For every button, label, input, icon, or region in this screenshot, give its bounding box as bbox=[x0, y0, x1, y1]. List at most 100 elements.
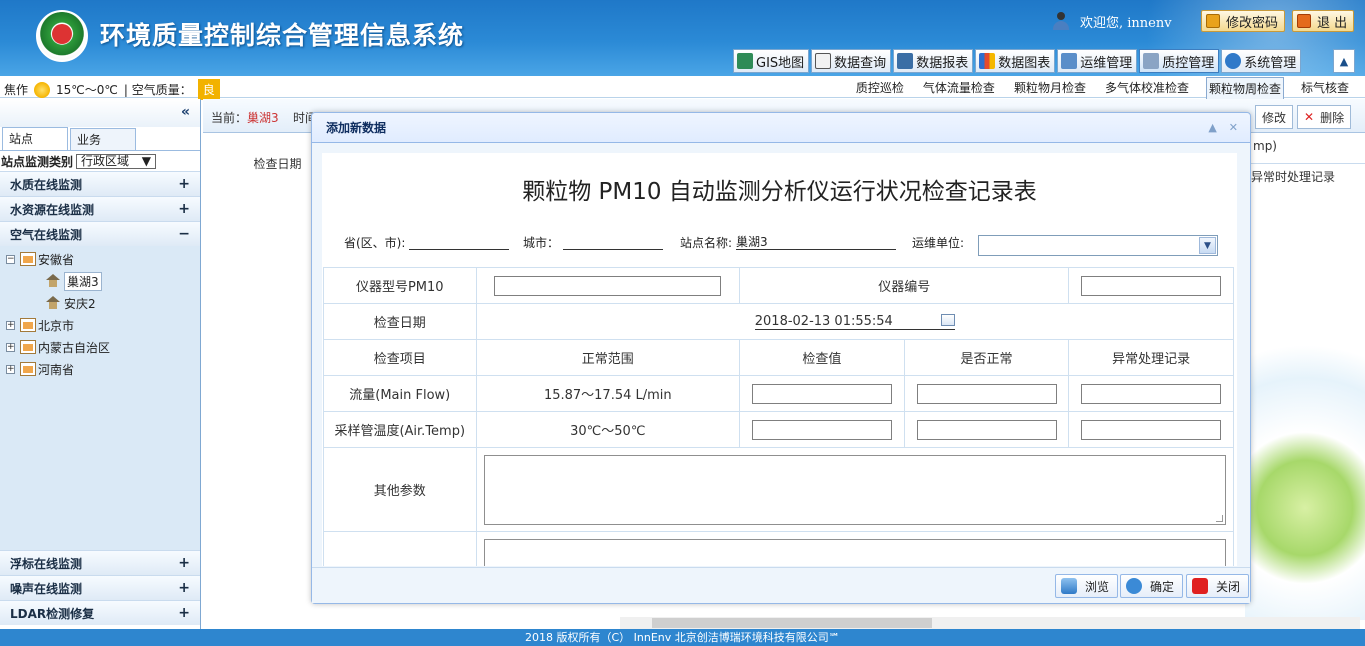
browse-label: 浏览 bbox=[1085, 579, 1110, 594]
collapse-sidebar-button[interactable]: « bbox=[181, 104, 190, 120]
report-icon bbox=[897, 53, 914, 69]
air-quality-label: | 空气质量： bbox=[123, 83, 192, 97]
normal-cell bbox=[903, 411, 1070, 448]
expand-icon[interactable]: + bbox=[6, 342, 15, 352]
collapse-icon[interactable]: ▲ bbox=[1208, 121, 1216, 134]
value-cell bbox=[739, 375, 905, 412]
folder-icon bbox=[20, 318, 36, 332]
station-input[interactable]: 巢湖3 bbox=[736, 235, 897, 250]
check-date-value: 2018-02-13 01:55:54 bbox=[754, 313, 893, 329]
item-main-flow: 流量(Main Flow) bbox=[323, 375, 477, 412]
tab-data-chart[interactable]: 数据图表 bbox=[975, 49, 1056, 73]
table-row: 其他参数 bbox=[323, 447, 1234, 532]
main-flow-normal-input[interactable] bbox=[916, 383, 1057, 404]
close-button[interactable]: 关闭 bbox=[1186, 574, 1250, 598]
calendar-icon[interactable] bbox=[940, 313, 955, 326]
tree-node-beijing[interactable]: + 北京市 bbox=[0, 314, 200, 336]
col-abnormal-record: 异常时处理记录 bbox=[1243, 163, 1365, 189]
subnav-pm-weekly-check[interactable]: 颗粒物周检查 bbox=[1205, 77, 1284, 100]
tab-business[interactable]: 业务 bbox=[70, 128, 136, 150]
tab-label: 运维管理 bbox=[1080, 55, 1133, 71]
tree-node-anhui[interactable]: − 安徽省 bbox=[0, 248, 200, 270]
air-temp-value-input[interactable] bbox=[751, 419, 892, 440]
expand-icon[interactable]: + bbox=[6, 364, 15, 374]
tree-node-anqing[interactable]: 安庆2 bbox=[0, 292, 200, 314]
section-ldar[interactable]: LDAR检测修复 + bbox=[0, 600, 200, 625]
air-temp-abnormal-input[interactable] bbox=[1081, 419, 1222, 440]
collapse-icon[interactable]: − bbox=[6, 254, 15, 264]
province-input[interactable] bbox=[409, 235, 510, 250]
close-icon[interactable]: ✕ bbox=[1229, 121, 1238, 134]
abnormal-cell bbox=[1068, 375, 1234, 412]
other-params-textarea[interactable] bbox=[483, 454, 1226, 525]
instrument-model-input[interactable] bbox=[494, 275, 722, 296]
air-temp-normal-input[interactable] bbox=[916, 419, 1057, 440]
range-air-temp: 30℃～50℃ bbox=[475, 411, 741, 448]
value-cell bbox=[739, 411, 905, 448]
dialog-footer: 浏览 确定 关闭 bbox=[312, 567, 1250, 603]
tree-node-henan[interactable]: + 河南省 bbox=[0, 358, 200, 380]
abnormal-cell bbox=[1068, 411, 1234, 448]
subnav-multi-gas-calibration[interactable]: 多气体校准检查 bbox=[1103, 77, 1191, 100]
city-input[interactable] bbox=[563, 235, 664, 250]
delete-button[interactable]: ✕ 删除 bbox=[1297, 105, 1352, 129]
horizontal-scrollbar[interactable] bbox=[620, 617, 1360, 629]
ok-button[interactable]: 确定 bbox=[1120, 574, 1184, 598]
tab-system-management[interactable]: 系统管理 bbox=[1221, 49, 1302, 73]
change-password-button[interactable]: 修改密码 bbox=[1201, 10, 1286, 32]
subnav-gas-flow-check[interactable]: 气体流量检查 bbox=[921, 77, 997, 100]
maintenance-unit-select[interactable]: ▼ bbox=[978, 235, 1218, 256]
section-air[interactable]: 空气在线监测 − bbox=[0, 221, 200, 246]
subnav-patrol[interactable]: 质控巡检 bbox=[854, 77, 906, 100]
table-row: 检查日期 2018-02-13 01:55:54 bbox=[323, 303, 1234, 340]
sun-icon bbox=[34, 81, 51, 98]
section-buoy[interactable]: 浮标在线监测 + bbox=[0, 550, 200, 575]
close-icon bbox=[1192, 578, 1208, 594]
section-water-quality[interactable]: 水质在线监测 + bbox=[0, 171, 200, 196]
header-abnormal: 异常处理记录 bbox=[1068, 339, 1234, 376]
tab-station[interactable]: 站点 bbox=[2, 127, 68, 150]
station-field: 站点名称: 巢湖3 bbox=[680, 234, 897, 251]
chevron-down-icon[interactable]: ▼ bbox=[1199, 237, 1216, 254]
station-tree: − 安徽省 巢湖3 安庆2 + 北京市 + 内蒙古自治区 + 河南省 bbox=[0, 246, 200, 550]
check-date-input[interactable]: 2018-02-13 01:55:54 bbox=[754, 313, 955, 330]
tree-node-chaohu[interactable]: 巢湖3 bbox=[0, 270, 200, 292]
tree-label: 内蒙古自治区 bbox=[38, 340, 111, 355]
current-label: 当前： bbox=[211, 111, 248, 125]
section-noise[interactable]: 噪声在线监测 + bbox=[0, 575, 200, 600]
remarks-textarea[interactable] bbox=[483, 538, 1226, 566]
expand-icon[interactable]: + bbox=[6, 320, 15, 330]
city-name: 焦作 bbox=[4, 83, 29, 97]
tab-data-query[interactable]: 数据查询 bbox=[811, 49, 892, 73]
gear-icon bbox=[1225, 53, 1242, 69]
main-flow-abnormal-input[interactable] bbox=[1081, 383, 1222, 404]
tab-label: GIS地图 bbox=[756, 55, 805, 71]
other-params-label: 其他参数 bbox=[323, 447, 477, 532]
logout-button[interactable]: 退 出 bbox=[1292, 10, 1355, 32]
expand-icon: + bbox=[178, 605, 190, 621]
section-water-resource[interactable]: 水资源在线监测 + bbox=[0, 196, 200, 221]
tree-node-neimenggu[interactable]: + 内蒙古自治区 bbox=[0, 336, 200, 358]
filter-select[interactable]: 行政区域 ▼ bbox=[76, 153, 157, 169]
lock-icon bbox=[1206, 14, 1220, 28]
instrument-no-input[interactable] bbox=[1081, 275, 1222, 296]
normal-cell bbox=[903, 375, 1070, 412]
expand-icon: + bbox=[178, 201, 190, 217]
collapse-header-button[interactable]: ▲ bbox=[1333, 49, 1355, 73]
scrollbar-thumb[interactable] bbox=[652, 618, 932, 628]
unit-field: 运维单位: bbox=[912, 234, 964, 251]
subnav-pm-monthly-check[interactable]: 颗粒物月检查 bbox=[1012, 77, 1088, 100]
footer: 2018 版权所有（C） InnEnv 北京创洁博瑞环境科技有限公司℠ bbox=[0, 629, 1365, 646]
main-flow-value-input[interactable] bbox=[751, 383, 892, 404]
browse-button[interactable]: 浏览 bbox=[1055, 574, 1119, 598]
station-icon bbox=[46, 296, 60, 310]
tab-maintenance[interactable]: 运维管理 bbox=[1057, 49, 1138, 73]
tab-gis-map[interactable]: GIS地图 bbox=[733, 49, 810, 73]
subnav-standard-gas-check[interactable]: 标气核查 bbox=[1299, 77, 1351, 100]
edit-button[interactable]: 修改 bbox=[1255, 105, 1294, 129]
table-row: 采样管温度(Air.Temp) 30℃～50℃ bbox=[323, 411, 1234, 448]
tab-data-report[interactable]: 数据报表 bbox=[893, 49, 974, 73]
collapse-icon: − bbox=[178, 226, 190, 242]
tab-quality-control[interactable]: 质控管理 bbox=[1139, 49, 1220, 73]
col-temp: mp) bbox=[1253, 139, 1277, 153]
